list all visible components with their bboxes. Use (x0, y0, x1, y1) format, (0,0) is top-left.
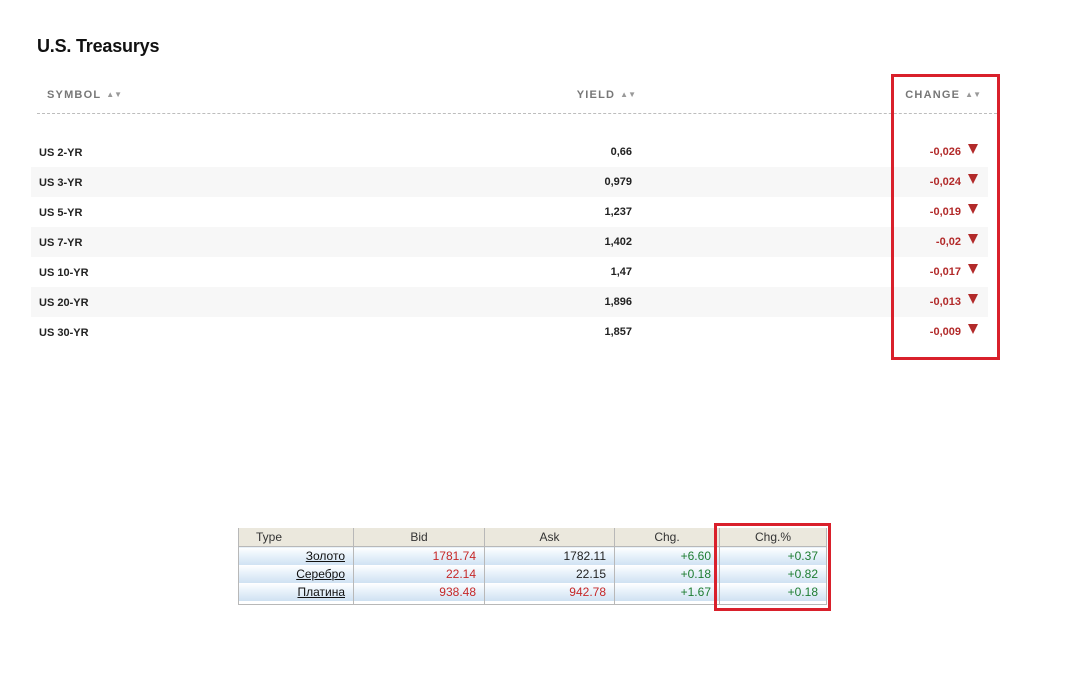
bid-cell: 1781.74 (353, 546, 485, 565)
metal-link-gold[interactable]: Золото (306, 549, 345, 563)
chg-cell: +0.18 (614, 565, 720, 583)
symbol-cell[interactable]: US 3-YR (39, 177, 82, 189)
yield-cell: 1,402 (604, 236, 632, 248)
yield-cell: 1,857 (604, 326, 632, 338)
down-arrow-icon (968, 144, 978, 154)
down-arrow-icon (968, 264, 978, 274)
column-header-ask: Ask (484, 528, 615, 547)
table-row[interactable]: US 3-YR 0,979 -0,024 (31, 167, 988, 197)
column-header-change-label: CHANGE (905, 89, 961, 101)
column-header-chg: Chg. (614, 528, 720, 547)
yield-cell: 1,47 (610, 266, 632, 278)
symbol-cell[interactable]: US 30-YR (39, 327, 89, 339)
down-arrow-icon (968, 294, 978, 304)
down-arrow-icon (968, 324, 978, 334)
bid-cell: 938.48 (353, 583, 485, 601)
symbol-cell[interactable]: US 5-YR (39, 207, 82, 219)
change-cell: -0,009 (929, 326, 961, 338)
ask-cell: 942.78 (484, 583, 615, 601)
column-header-chg-pct: Chg.% (719, 528, 827, 547)
down-arrow-icon (968, 204, 978, 214)
down-arrow-icon (968, 234, 978, 244)
table-row: Платина 938.48 942.78 +1.67 +0.18 (238, 583, 827, 601)
table-row[interactable]: US 20-YR 1,896 -0,013 (31, 287, 988, 317)
symbol-cell[interactable]: US 10-YR (39, 267, 89, 279)
yield-cell: 1,896 (604, 296, 632, 308)
table-row[interactable]: US 7-YR 1,402 -0,02 (31, 227, 988, 257)
column-header-type: Type (238, 528, 354, 547)
column-header-symbol[interactable]: SYMBOL ▲▼ (47, 89, 122, 101)
yield-cell: 0,66 (610, 146, 632, 158)
table-row[interactable]: US 5-YR 1,237 -0,019 (31, 197, 988, 227)
treasurys-table-body: US 2-YR 0,66 -0,026 US 3-YR 0,979 -0,024… (31, 137, 988, 347)
table-row[interactable]: US 10-YR 1,47 -0,017 (31, 257, 988, 287)
chg-pct-cell: +0.37 (719, 546, 827, 565)
chg-pct-cell: +0.82 (719, 565, 827, 583)
table-row[interactable]: US 2-YR 0,66 -0,026 (31, 137, 988, 167)
ask-cell: 1782.11 (484, 546, 615, 565)
metals-header-row: Type Bid Ask Chg. Chg.% (238, 528, 827, 547)
metal-link-platinum[interactable]: Платина (297, 585, 345, 599)
metals-table: Type Bid Ask Chg. Chg.% Золото 1781.74 1… (238, 528, 827, 605)
chg-cell: +1.67 (614, 583, 720, 601)
chg-cell: +6.60 (614, 546, 720, 565)
change-cell: -0,019 (929, 206, 961, 218)
table-row: Золото 1781.74 1782.11 +6.60 +0.37 (238, 546, 827, 565)
treasurys-header-row: SYMBOL ▲▼ YIELD ▲▼ CHANGE ▲▼ (37, 80, 997, 114)
column-header-change[interactable]: CHANGE ▲▼ (905, 89, 981, 101)
down-arrow-icon (968, 174, 978, 184)
treasurys-title: U.S. Treasurys (37, 36, 160, 56)
column-header-symbol-label: SYMBOL (47, 89, 102, 101)
change-cell: -0,013 (929, 296, 961, 308)
change-cell: -0,02 (935, 236, 961, 248)
change-cell: -0,017 (929, 266, 961, 278)
bid-cell: 22.14 (353, 565, 485, 583)
change-cell: -0,024 (929, 176, 961, 188)
change-cell: -0,026 (929, 146, 961, 158)
column-header-bid: Bid (353, 528, 485, 547)
table-row: Серебро 22.14 22.15 +0.18 +0.82 (238, 565, 827, 583)
column-header-yield-label: YIELD (576, 89, 616, 101)
table-row-filler (238, 601, 827, 605)
sort-arrows-icon: ▲▼ (620, 90, 636, 99)
sort-arrows-icon: ▲▼ (106, 90, 123, 99)
symbol-cell[interactable]: US 2-YR (39, 147, 82, 159)
yield-cell: 1,237 (604, 206, 632, 218)
sort-arrows-icon: ▲▼ (965, 90, 981, 99)
table-row[interactable]: US 30-YR 1,857 -0,009 (31, 317, 988, 347)
yield-cell: 0,979 (604, 176, 632, 188)
column-header-yield[interactable]: YIELD ▲▼ (577, 89, 636, 101)
symbol-cell[interactable]: US 7-YR (39, 237, 82, 249)
symbol-cell[interactable]: US 20-YR (39, 297, 89, 309)
metal-link-silver[interactable]: Серебро (296, 567, 345, 581)
ask-cell: 22.15 (484, 565, 615, 583)
chg-pct-cell: +0.18 (719, 583, 827, 601)
